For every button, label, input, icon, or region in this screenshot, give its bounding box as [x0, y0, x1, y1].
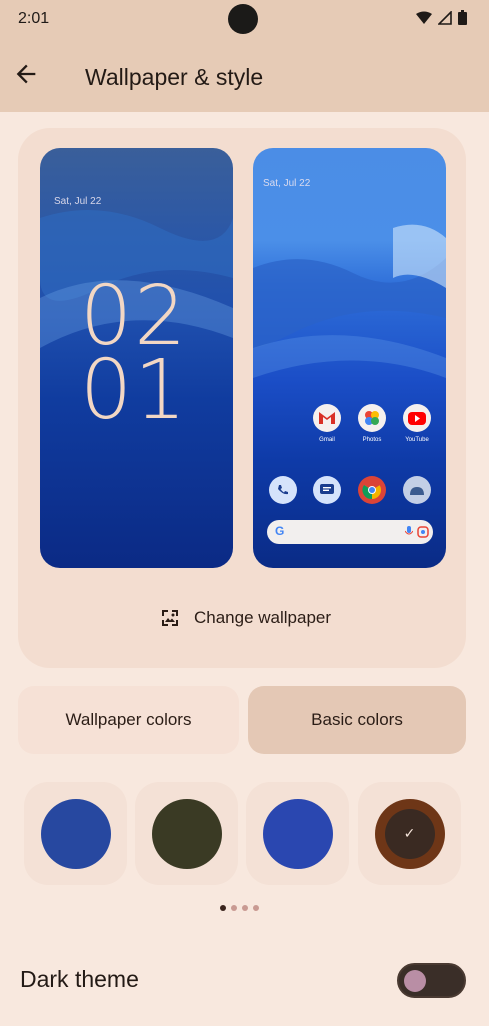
check-icon: ✓: [391, 815, 428, 852]
swatch-pager: [220, 905, 259, 911]
battery-icon: [458, 10, 467, 25]
home-wave-art: [253, 224, 446, 378]
back-arrow-icon[interactable]: [12, 60, 40, 88]
google-g-icon: G: [275, 524, 285, 538]
gmail-label: Gmail: [319, 437, 335, 443]
cellular-icon: [438, 10, 452, 25]
dark-theme-label: Dark theme: [20, 966, 139, 992]
status-icons: [416, 10, 467, 25]
pager-dot[interactable]: [220, 905, 226, 911]
gmail-icon: [313, 404, 341, 432]
search-bar: G: [267, 520, 433, 544]
color-swatch-4-selected[interactable]: ✓: [358, 782, 461, 885]
change-wallpaper-label: Change wallpaper: [194, 608, 332, 627]
camera-cutout: [228, 4, 258, 34]
mic-icon: [405, 526, 413, 535]
lens-icon: [417, 526, 429, 538]
top-app-bar: Wallpaper & style: [0, 40, 489, 112]
home-date: Sat, Jul 22: [263, 178, 311, 189]
lock-screen-preview[interactable]: Sat, Jul 22 02 01: [40, 148, 233, 568]
lock-clock-minute: 01: [80, 343, 189, 438]
status-bar: 2:01: [0, 0, 489, 40]
lock-clock: 02 01: [80, 276, 189, 438]
messages-icon: [313, 476, 341, 504]
pager-dot[interactable]: [242, 905, 248, 911]
color-swatch-3[interactable]: [246, 782, 349, 885]
android-icon: [403, 476, 431, 504]
wifi-icon: [416, 11, 432, 24]
swatch-color-brown: ✓: [374, 798, 445, 869]
photos-label: Photos: [362, 437, 382, 443]
color-swatch-2[interactable]: [135, 782, 238, 885]
toggle-thumb: [404, 970, 426, 992]
photos-icon: [358, 404, 386, 432]
youtube-label: YouTube: [405, 437, 429, 443]
tab-basic-colors[interactable]: Basic colors: [248, 686, 466, 754]
change-wallpaper-button[interactable]: Change wallpaper: [158, 604, 331, 632]
dark-theme-toggle[interactable]: [397, 963, 466, 998]
swatch-color-blue: [40, 798, 111, 869]
lock-date: Sat, Jul 22: [54, 196, 102, 207]
chrome-icon: [358, 476, 386, 504]
pager-dot[interactable]: [231, 905, 237, 911]
pager-dot[interactable]: [253, 905, 259, 911]
youtube-icon: [403, 404, 431, 432]
phone-icon: [269, 476, 297, 504]
page-title: Wallpaper & style: [85, 64, 264, 90]
status-time: 2:01: [18, 10, 50, 27]
home-screen-preview[interactable]: Sat, Jul 22 Gmail Photos YouTube G: [253, 148, 446, 568]
tab-wallpaper-colors[interactable]: Wallpaper colors: [18, 686, 239, 754]
color-swatch-1[interactable]: [24, 782, 127, 885]
wallpaper-preview-card: Sat, Jul 22 02 01 Sat, Jul 22 Gmail Phot…: [18, 128, 466, 668]
swatch-color-olive: [151, 798, 222, 869]
wallpaper-icon: [162, 610, 178, 626]
swatch-color-royal-blue: [262, 798, 333, 869]
